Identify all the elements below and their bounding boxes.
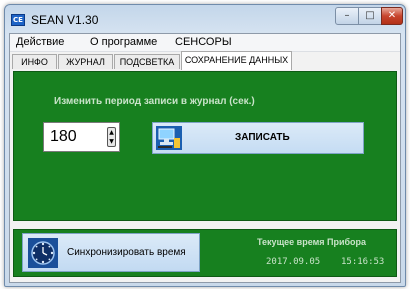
time-sync-panel: Синхронизировать время Текущее время При…	[13, 229, 397, 277]
current-device-date: 2017.09.05	[266, 257, 321, 267]
app-icon: CE	[11, 14, 25, 26]
spinner-buttons: ▲ ▼	[107, 127, 116, 147]
menu-item-sensors[interactable]: СЕНСОРЫ	[175, 36, 232, 48]
record-period-spinner[interactable]: 180 ▲ ▼	[43, 122, 120, 152]
menu-bar: Действие О программе СЕНСОРЫ	[10, 34, 400, 52]
spinner-down-button[interactable]: ▼	[108, 137, 115, 146]
menu-item-action[interactable]: Действие	[16, 36, 64, 48]
client-area: Действие О программе СЕНСОРЫ ИНФО ЖУРНАЛ…	[9, 33, 401, 283]
sync-time-button-label: Синхронизировать время	[67, 247, 186, 258]
clock-icon	[28, 238, 58, 268]
tab-data-saving[interactable]: СОХРАНЕНИЕ ДАННЫХ	[181, 51, 292, 70]
title-bar[interactable]: CE SEAN V1.30 – □ ✕	[5, 5, 405, 33]
data-saving-panel: Изменить период записи в журнал (сек.) 1…	[13, 71, 397, 221]
record-period-label: Изменить период записи в журнал (сек.)	[54, 96, 255, 107]
maximize-button[interactable]: □	[358, 7, 382, 25]
app-window: CE SEAN V1.30 – □ ✕ Действие О программе…	[4, 4, 406, 287]
tab-backlight[interactable]: ПОДСВЕТКА	[114, 54, 180, 69]
record-period-value[interactable]: 180	[50, 128, 77, 146]
tab-info[interactable]: ИНФО	[12, 54, 57, 69]
current-device-time: 15:16:53	[341, 257, 385, 267]
close-button[interactable]: ✕	[381, 7, 403, 25]
window-title: SEAN V1.30	[31, 13, 99, 27]
tab-journal[interactable]: ЖУРНАЛ	[58, 54, 113, 69]
minimize-button[interactable]: –	[335, 7, 359, 25]
spinner-up-button[interactable]: ▲	[108, 128, 115, 137]
write-button-label: ЗАПИСАТЬ	[235, 132, 290, 143]
computer-write-icon	[156, 126, 182, 150]
sync-time-button[interactable]: Синхронизировать время	[22, 233, 200, 272]
tab-strip: ИНФО ЖУРНАЛ ПОДСВЕТКА СОХРАНЕНИЕ ДАННЫХ	[10, 51, 400, 70]
menu-item-about[interactable]: О программе	[90, 36, 157, 48]
current-device-time-label: Текущее время Прибора	[257, 237, 367, 247]
write-button[interactable]: ЗАПИСАТЬ	[152, 122, 364, 154]
